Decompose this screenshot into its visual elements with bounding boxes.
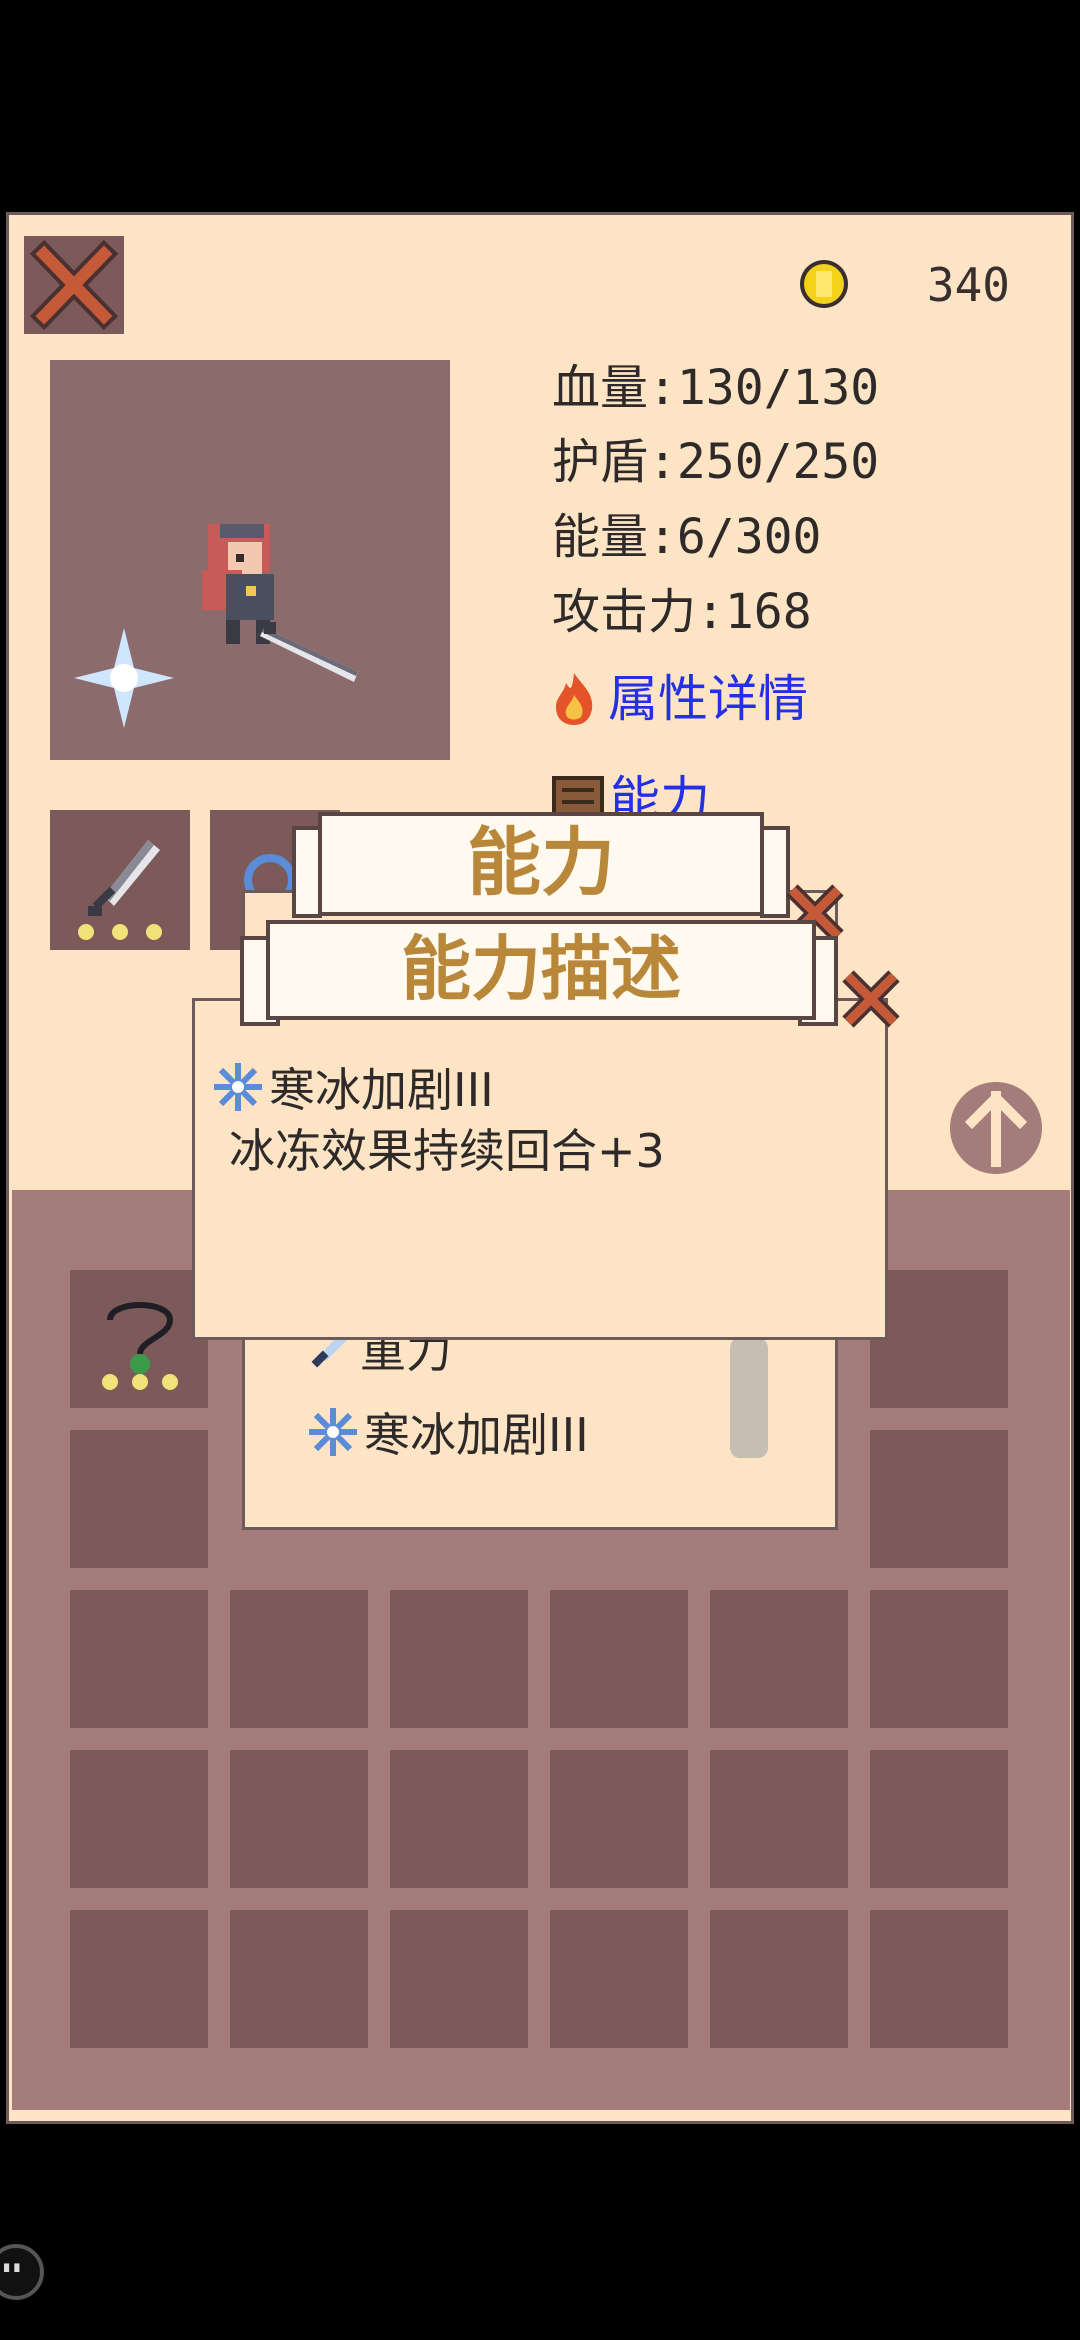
character-sprite	[74, 524, 358, 728]
inventory-slot[interactable]	[870, 1270, 1008, 1408]
ability-description-popup: 寒冰加剧III 冰冻效果持续回合+3	[192, 998, 888, 1340]
inventory-slot[interactable]	[70, 1750, 208, 1888]
close-icon	[29, 239, 119, 331]
attribute-details-link[interactable]: 属性详情	[552, 666, 808, 732]
scroll-up-button[interactable]	[950, 1082, 1042, 1174]
fire-icon	[556, 673, 593, 725]
inventory-slot[interactable]	[390, 1750, 528, 1888]
inventory-slot[interactable]	[870, 1590, 1008, 1728]
inventory-slot[interactable]	[70, 1590, 208, 1728]
inventory-slot[interactable]	[230, 1910, 368, 2048]
sword-icon	[78, 840, 162, 940]
arrow-up-icon	[964, 1090, 1028, 1167]
stat-shield: 护盾:250/250	[552, 434, 880, 490]
character-portrait	[50, 360, 450, 760]
close-button[interactable]	[24, 236, 124, 334]
stat-hp: 血量:130/130	[552, 360, 880, 416]
necklace-icon	[102, 1302, 178, 1390]
inventory-slot[interactable]	[710, 1590, 848, 1728]
inventory-slot[interactable]	[70, 1910, 208, 2048]
inventory-slot[interactable]	[230, 1590, 368, 1728]
inventory-slot[interactable]	[70, 1430, 208, 1568]
inventory-slot[interactable]	[870, 1430, 1008, 1568]
inventory-slot[interactable]	[710, 1750, 848, 1888]
coin-count: 340	[926, 258, 1010, 312]
inventory-slot[interactable]	[550, 1750, 688, 1888]
stat-attack: 攻击力:168	[552, 584, 812, 640]
ability-popup-title: 能力	[318, 812, 764, 916]
close-icon	[842, 970, 900, 1028]
inventory-slot[interactable]	[710, 1910, 848, 2048]
attribute-details-label: 属性详情	[608, 670, 808, 728]
coin-icon	[800, 260, 848, 308]
inventory-slot[interactable]	[870, 1750, 1008, 1888]
snowflake-icon	[309, 1408, 357, 1456]
inventory-slot[interactable]	[230, 1750, 368, 1888]
ability-description: 冰冻效果持续回合+3	[229, 1124, 665, 1178]
ability-item-label: 寒冰加剧III	[364, 1408, 589, 1462]
sparkle-icon	[74, 628, 174, 728]
inventory-slot[interactable]	[550, 1590, 688, 1728]
inventory-slot[interactable]	[70, 1270, 208, 1408]
stat-energy: 能量:6/300	[552, 509, 822, 565]
inventory-slot[interactable]	[390, 1590, 528, 1728]
ability-item[interactable]: 寒冰加剧III	[306, 1402, 589, 1462]
assistant-bubble[interactable]	[0, 2244, 44, 2300]
inventory-slot[interactable]	[870, 1910, 1008, 2048]
desc-popup-close[interactable]	[836, 964, 906, 1034]
desc-popup-title: 能力描述	[266, 920, 816, 1020]
ability-name: 寒冰加剧III	[269, 1063, 494, 1117]
inventory-slot[interactable]	[550, 1910, 688, 2048]
weapon-slot[interactable]	[50, 810, 190, 950]
snowflake-icon	[214, 1063, 262, 1111]
ability-name-row: 寒冰加剧III	[211, 1055, 494, 1119]
scrollbar[interactable]	[730, 1338, 768, 1458]
inventory-slot[interactable]	[390, 1910, 528, 2048]
robot-face-icon	[4, 2263, 20, 2272]
